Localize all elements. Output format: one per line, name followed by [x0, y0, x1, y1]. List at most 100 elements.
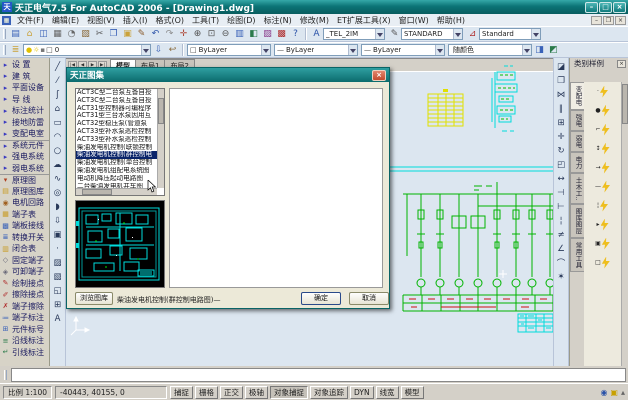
layer-lock-icon[interactable]: ▪ [40, 46, 45, 54]
atlas-list-item[interactable]: 柴油发电机控制(单台控制 [76, 159, 157, 167]
titlebar[interactable]: 天 天正电气7.5 For AutoCAD 2006 - [Drawing1.d… [0, 0, 628, 14]
dropdown-arrow-icon[interactable] [435, 45, 444, 55]
sidebar-item[interactable]: ▥ 闭合表 [0, 243, 49, 255]
menu-item[interactable]: ET扩展工具(X) [333, 15, 395, 26]
redo-icon[interactable]: ↷ [163, 28, 176, 41]
zoom-window-icon[interactable]: ⊡ [205, 28, 218, 41]
trim-icon[interactable]: ⊣ [555, 186, 568, 199]
te-layer-tool-icon-1[interactable]: ◨ [533, 44, 546, 57]
layer-previous-icon[interactable]: ↩ [166, 44, 179, 57]
copy-icon[interactable]: ❐ [107, 28, 120, 41]
toolbar-grip[interactable] [3, 45, 6, 55]
palette-tab[interactable]: 电力 [570, 152, 584, 173]
array-icon[interactable]: ⊞ [555, 116, 568, 129]
palette-close-icon[interactable]: × [617, 60, 626, 68]
layer-bulb-icon[interactable]: ● [26, 46, 32, 54]
layer-color-swatch[interactable]: □ [46, 46, 53, 54]
publish-icon[interactable]: ▧ [79, 28, 92, 41]
copy-object-icon[interactable]: ❐ [555, 74, 568, 87]
preview-icon[interactable]: ◔ [65, 28, 78, 41]
menu-item[interactable]: 绘图(D) [223, 15, 259, 26]
sidebar-item[interactable]: ↵ 引线标注 [0, 347, 49, 359]
menu-item[interactable]: 修改(M) [296, 15, 333, 26]
style-icon[interactable]: A [310, 28, 323, 41]
line-icon[interactable]: ╱ [51, 60, 64, 73]
sidebar-item[interactable]: ▸ 设 置 [0, 59, 49, 71]
palette-tab[interactable]: 弱电 [570, 131, 584, 152]
menu-item[interactable]: 插入(I) [119, 15, 152, 26]
pline-icon[interactable]: ʃ [51, 88, 64, 101]
te-layer-tool-icon-2[interactable]: ◩ [547, 44, 560, 57]
sidebar-item[interactable]: ▸ 建 筑 [0, 71, 49, 83]
sidebar-item[interactable]: ≡ 沿线标注 [0, 335, 49, 347]
palette-tab[interactable]: 强电 [570, 110, 584, 131]
atlas-list-item[interactable]: ACT31型三台水泵因用互 [76, 112, 157, 120]
atlas-list-item[interactable]: ACT33型补水泵巡检控制 [76, 136, 157, 144]
toolbar-lock-icon[interactable]: ▣ [610, 388, 618, 397]
status-toggle-button[interactable]: 极轴 [245, 386, 268, 399]
status-toggle-button[interactable]: 对象捕捉 [270, 386, 308, 399]
make-block-icon[interactable]: ▣ [51, 228, 64, 241]
palette-scrollbar[interactable] [621, 82, 628, 366]
dim-style-combo[interactable]: Standard [479, 28, 541, 40]
palette-tab[interactable]: 变配电 [570, 82, 584, 110]
menu-item[interactable]: 工具(T) [188, 15, 223, 26]
ellipse-arc-icon[interactable]: ◗ [51, 200, 64, 213]
sidebar-item[interactable]: ◉ 电机回路 [0, 197, 49, 209]
atlas-list-item[interactable]: ACT3C型二台泵互备自投 [76, 97, 157, 105]
communication-center-icon[interactable]: ◉ [600, 388, 607, 397]
sidebar-item[interactable]: ▸ 系统元件 [0, 140, 49, 152]
menu-item[interactable]: 视图(V) [83, 15, 119, 26]
sidebar-item[interactable]: ≣ 转换开关 [0, 232, 49, 244]
menu-item[interactable]: 帮助(H) [433, 15, 469, 26]
menu-item[interactable]: 格式(O) [151, 15, 188, 26]
color-combo[interactable]: □ ByLayer [187, 44, 271, 56]
menu-item[interactable]: 编辑(E) [48, 15, 83, 26]
pan-icon[interactable]: ✛ [177, 28, 190, 41]
fillet-icon[interactable]: ⌒ [555, 256, 568, 269]
menu-item[interactable]: 标注(N) [260, 15, 296, 26]
lineweight-combo[interactable]: — ByLayer [361, 44, 445, 56]
sidebar-item[interactable]: ◈ 可卸端子 [0, 266, 49, 278]
style-icon[interactable]: ✎ [388, 28, 401, 41]
break-icon[interactable]: ≠ [555, 228, 568, 241]
palette-tab[interactable]: 土木工.. [570, 173, 584, 205]
sidebar-item[interactable]: ≔ 端子标注 [0, 312, 49, 324]
plot-icon[interactable]: ▦ [51, 28, 64, 41]
explode-icon[interactable]: ✶ [555, 270, 568, 283]
rectangle-icon[interactable]: ▭ [51, 116, 64, 129]
status-toggle-button[interactable]: 对象追踪 [310, 386, 348, 399]
doc-restore-button[interactable]: ❐ [603, 16, 614, 25]
ellipse-icon[interactable]: ◎ [51, 186, 64, 199]
stretch-icon[interactable]: ↔ [555, 172, 568, 185]
insert-block-icon[interactable]: ⇩ [51, 214, 64, 227]
xline-icon[interactable]: ⁄ [51, 74, 64, 87]
save-icon[interactable]: ◫ [37, 28, 50, 41]
linetype-combo[interactable]: — ByLayer [274, 44, 358, 56]
drawing-window-icon[interactable]: ▦ [2, 16, 11, 25]
minimize-button[interactable]: – [585, 2, 598, 13]
atlas-dialog-titlebar[interactable]: 天正图集 × [67, 68, 389, 82]
mtext-icon[interactable]: A [51, 312, 64, 325]
scrollbar-thumb[interactable] [622, 84, 628, 124]
sidebar-item[interactable]: ▸ 强电系统 [0, 151, 49, 163]
dialog-close-icon[interactable]: × [372, 70, 386, 81]
sidebar-item[interactable]: ▾ 原理图 [0, 174, 49, 186]
sidebar-item[interactable]: ▦ 端子表 [0, 209, 49, 221]
region-icon[interactable]: ◱ [51, 284, 64, 297]
dropdown-arrow-icon[interactable] [375, 29, 384, 39]
atlas-list-item[interactable]: ACT33型补水泵巡检控制 [76, 128, 157, 136]
layer-standard-combo[interactable]: _TEL_2IM [323, 28, 385, 40]
sidebar-item[interactable]: ▩ 端板接线 [0, 220, 49, 232]
palette-symbol-button-1[interactable]: · [597, 85, 608, 98]
point-icon[interactable]: · [51, 242, 64, 255]
atlas-list-item[interactable]: ACT31型控制器可编程序 [76, 105, 157, 113]
hatch-icon[interactable]: ▨ [51, 256, 64, 269]
cancel-button[interactable]: 取消 [349, 292, 389, 305]
sidebar-item[interactable]: ◇ 固定端子 [0, 255, 49, 267]
layer-manager-icon[interactable]: ≣ [9, 44, 22, 57]
doc-close-button[interactable]: × [615, 16, 626, 25]
palette-symbol-button-10[interactable]: □ [595, 256, 610, 269]
palette-tab[interactable]: 常用工具 [570, 238, 584, 272]
status-toggle-button[interactable]: DYN [350, 386, 374, 399]
